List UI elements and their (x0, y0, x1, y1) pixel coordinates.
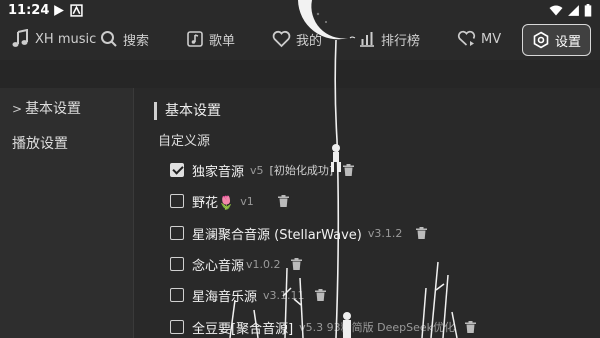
source-checkbox[interactable] (170, 288, 184, 302)
source-row: 野花🌷 v1 (170, 190, 289, 212)
source-version: v5 (250, 163, 264, 177)
source-checkbox[interactable] (170, 226, 184, 240)
delete-source-button[interactable] (314, 289, 326, 301)
source-row: 星澜聚合音源 (StellarWave) v3.1.2 (170, 222, 428, 244)
search-icon (101, 31, 117, 47)
delete-source-button[interactable] (290, 258, 302, 270)
source-name: 野花🌷 (192, 195, 235, 211)
nav-settings-label: 设置 (555, 34, 582, 50)
battery-icon (584, 4, 592, 17)
source-row: 念心音源 v1.0.2 (170, 253, 302, 275)
source-checkbox[interactable] (170, 194, 184, 208)
music-note-icon (12, 29, 28, 47)
play-store-icon (54, 5, 64, 16)
app-logo[interactable]: XH music (10, 22, 96, 56)
nav-playlist-button[interactable]: 歌单 (186, 22, 235, 56)
source-version: v3.1.11 (263, 288, 305, 302)
nav-chart-label: 排行榜 (381, 33, 421, 49)
app-notification-icon (70, 4, 83, 17)
status-time: 11:24 (8, 3, 50, 18)
app-name: XH music (35, 31, 97, 47)
nav-search-label: 搜索 (123, 33, 150, 49)
settings-sidebar: > 基本设置 播放设置 (0, 88, 134, 338)
settings-hexagon-icon (533, 31, 549, 49)
source-version: v5.3 93精简版 DeepSeek优化 (299, 321, 456, 334)
trash-icon (277, 195, 289, 207)
source-version: v1 (240, 194, 254, 208)
trash-icon (465, 321, 477, 333)
sidebar-item-basic-settings[interactable]: > 基本设置 (12, 98, 81, 118)
wifi-icon (549, 5, 563, 16)
trash-icon (290, 258, 302, 270)
delete-source-button[interactable] (465, 321, 477, 333)
sidebar-item-label: 播放设置 (12, 136, 68, 152)
nav-settings-button[interactable]: 设置 (522, 24, 592, 56)
nav-search-button[interactable]: 搜索 (100, 22, 149, 56)
signal-icon (568, 5, 579, 16)
source-name: 念心音源 (192, 258, 245, 274)
delete-source-button[interactable] (416, 227, 428, 239)
settings-content: 基本设置 自定义源 独家音源 v5 [初始化成功] 野花🌷 v1 星澜聚合音源 … (134, 88, 600, 338)
nav-mv-label: MV (481, 31, 502, 47)
trash-icon (314, 289, 326, 301)
nav-mv-button[interactable]: MV (457, 22, 501, 56)
nav-divider (0, 60, 600, 89)
source-row: 全豆要[聚合音源] v5.3 93精简版 DeepSeek优化 (170, 316, 477, 338)
source-checkbox[interactable] (170, 257, 184, 271)
source-status: [初始化成功] (269, 164, 334, 177)
heart-play-icon (457, 30, 476, 46)
section-title: 基本设置 (154, 102, 221, 120)
heart-icon (272, 30, 291, 48)
nav-chart-button[interactable]: 排行榜 (358, 22, 420, 56)
source-name: 独家音源 (192, 164, 245, 180)
delete-source-button[interactable] (343, 164, 355, 176)
delete-source-button[interactable] (277, 195, 289, 207)
source-checkbox[interactable] (170, 163, 184, 177)
playlist-icon (187, 31, 203, 47)
subsection-title: 自定义源 (158, 134, 211, 149)
bar-chart-icon (360, 32, 374, 47)
nav-favorites-label: 我的 (296, 33, 323, 49)
source-row: 星海音乐源 v3.1.11 (170, 284, 326, 306)
sidebar-item-playback-settings[interactable]: 播放设置 (12, 133, 68, 153)
status-bar: 11:24 (0, 0, 600, 22)
source-name: 星海音乐源 (192, 289, 258, 305)
nav-playlist-label: 歌单 (209, 33, 236, 49)
sidebar-item-label: 基本设置 (25, 101, 82, 117)
nav-favorites-button[interactable]: 我的 (272, 22, 322, 56)
source-version: v1.0.2 (246, 257, 281, 271)
source-name: 星澜聚合音源 (StellarWave) (192, 227, 362, 243)
sidebar-marker-icon: > (12, 102, 23, 116)
trash-icon (416, 227, 428, 239)
source-row: 独家音源 v5 [初始化成功] (170, 159, 355, 181)
source-version: v3.1.2 (367, 226, 403, 240)
trash-icon (343, 164, 355, 176)
source-name: 全豆要[聚合音源] (192, 321, 294, 337)
top-nav: XH music 搜索 歌单 我的 排行榜 MV 设置 (0, 22, 600, 58)
source-checkbox[interactable] (170, 320, 184, 334)
